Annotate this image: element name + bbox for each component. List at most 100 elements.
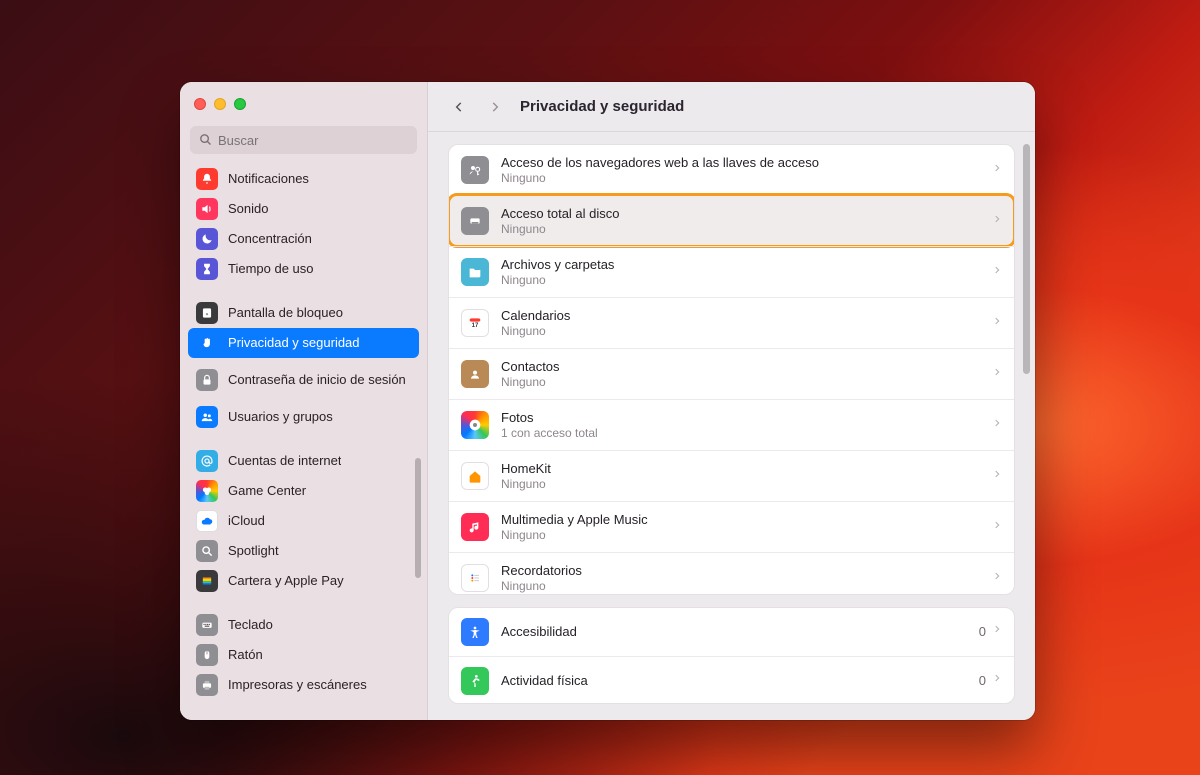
passkey-icon bbox=[461, 156, 489, 184]
row-title: HomeKit bbox=[501, 461, 980, 476]
hourglass-icon bbox=[196, 258, 218, 280]
settings-row-actividad-f-sica[interactable]: Actividad física 0 bbox=[449, 656, 1014, 704]
row-count: 0 bbox=[979, 673, 986, 688]
row-title: Acceso total al disco bbox=[501, 206, 980, 221]
chevron-right-icon bbox=[992, 622, 1002, 641]
sidebar-item-teclado[interactable]: Teclado bbox=[188, 610, 419, 640]
mouse-icon bbox=[196, 644, 218, 666]
row-title: Calendarios bbox=[501, 308, 980, 323]
sidebar-item-label: Impresoras y escáneres bbox=[228, 678, 367, 693]
disk-icon bbox=[461, 207, 489, 235]
sidebar-list[interactable]: Notificaciones Sonido Concentración Tiempo … bbox=[180, 162, 427, 720]
chevron-right-icon bbox=[992, 467, 1002, 486]
row-subtitle: Ninguno bbox=[501, 324, 980, 338]
page-title: Privacidad y seguridad bbox=[520, 98, 684, 115]
sidebar-item-pantalla-de-bloqueo[interactable]: Pantalla de bloqueo bbox=[188, 298, 419, 328]
sidebar: Notificaciones Sonido Concentración Tiempo … bbox=[180, 82, 428, 720]
search-icon bbox=[198, 132, 213, 147]
reminders-icon bbox=[461, 564, 489, 592]
hand-icon bbox=[196, 332, 218, 354]
chevron-right-icon bbox=[992, 314, 1002, 333]
search-input[interactable] bbox=[190, 126, 417, 154]
sidebar-item-concentraci-n[interactable]: Concentración bbox=[188, 224, 419, 254]
row-title: Multimedia y Apple Music bbox=[501, 512, 980, 527]
chevron-right-icon bbox=[992, 671, 1002, 690]
chevron-right-icon bbox=[992, 161, 1002, 180]
search-container bbox=[180, 126, 427, 162]
sidebar-item-label: Cartera y Apple Pay bbox=[228, 574, 344, 589]
sidebar-item-label: Ratón bbox=[228, 648, 263, 663]
settings-row-recordatorios[interactable]: RecordatoriosNinguno bbox=[449, 552, 1014, 595]
settings-row-homekit[interactable]: HomeKitNinguno bbox=[449, 450, 1014, 501]
row-subtitle: Ninguno bbox=[501, 171, 980, 185]
sidebar-item-label: Tiempo de uso bbox=[228, 262, 314, 277]
accessibility-icon bbox=[461, 618, 489, 646]
bell-icon bbox=[196, 168, 218, 190]
sidebar-item-label: Contraseña de inicio de sesión bbox=[228, 373, 406, 388]
main-panel: Privacidad y seguridad Acceso de los nav… bbox=[428, 82, 1035, 720]
sidebar-item-usuarios-y-grupos[interactable]: Usuarios y grupos bbox=[188, 402, 419, 432]
sidebar-item-label: Usuarios y grupos bbox=[228, 410, 333, 425]
window-controls bbox=[180, 82, 427, 126]
settings-row-accesibilidad[interactable]: Accesibilidad 0 bbox=[449, 608, 1014, 656]
svg-text:17: 17 bbox=[472, 323, 479, 329]
sidebar-item-notificaciones[interactable]: Notificaciones bbox=[188, 164, 419, 194]
chevron-right-icon bbox=[992, 212, 1002, 231]
gamecenter-icon bbox=[196, 480, 218, 502]
row-count: 0 bbox=[979, 624, 986, 639]
row-title: Accesibilidad bbox=[501, 624, 967, 639]
moon-icon bbox=[196, 228, 218, 250]
sidebar-item-privacidad-y-seguridad[interactable]: Privacidad y seguridad bbox=[188, 328, 419, 358]
folder-icon bbox=[461, 258, 489, 286]
sidebar-item-cuentas-de-internet[interactable]: Cuentas de internet bbox=[188, 446, 419, 476]
settings-row-archivos-y-carpetas[interactable]: Archivos y carpetasNinguno bbox=[449, 246, 1014, 297]
window-minimize[interactable] bbox=[214, 98, 226, 110]
photos-icon bbox=[461, 411, 489, 439]
sidebar-item-tiempo-de-uso[interactable]: Tiempo de uso bbox=[188, 254, 419, 284]
sidebar-item-label: Game Center bbox=[228, 484, 306, 499]
sidebar-item-label: Spotlight bbox=[228, 544, 279, 559]
sidebar-item-label: Teclado bbox=[228, 618, 273, 633]
sidebar-item-rat-n[interactable]: Ratón bbox=[188, 640, 419, 670]
row-subtitle: Ninguno bbox=[501, 222, 980, 236]
sidebar-scrollbar[interactable] bbox=[415, 458, 421, 578]
sidebar-item-sonido[interactable]: Sonido bbox=[188, 194, 419, 224]
nav-back-button[interactable] bbox=[448, 96, 470, 118]
sidebar-item-label: iCloud bbox=[228, 514, 265, 529]
sidebar-item-contrase-a-de-inicio-de-sesi-n[interactable]: Contraseña de inicio de sesión bbox=[188, 358, 419, 402]
speaker-icon bbox=[196, 198, 218, 220]
window-close[interactable] bbox=[194, 98, 206, 110]
settings-row-calendarios[interactable]: 17 CalendariosNinguno bbox=[449, 297, 1014, 348]
window-zoom[interactable] bbox=[234, 98, 246, 110]
sidebar-item-game-center[interactable]: Game Center bbox=[188, 476, 419, 506]
row-subtitle: Ninguno bbox=[501, 375, 980, 389]
main-header: Privacidad y seguridad bbox=[428, 82, 1035, 132]
printer-icon bbox=[196, 674, 218, 696]
row-subtitle: Ninguno bbox=[501, 528, 980, 542]
sidebar-item-icloud[interactable]: iCloud bbox=[188, 506, 419, 536]
settings-row-contactos[interactable]: ContactosNinguno bbox=[449, 348, 1014, 399]
sidebar-item-label: Cuentas de internet bbox=[228, 454, 341, 469]
calendar-icon: 17 bbox=[461, 309, 489, 337]
sidebar-item-label: Sonido bbox=[228, 202, 268, 217]
lock-screen-icon bbox=[196, 302, 218, 324]
settings-row-multimedia-y-apple-music[interactable]: Multimedia y Apple MusicNinguno bbox=[449, 501, 1014, 552]
chevron-right-icon bbox=[992, 365, 1002, 384]
sidebar-item-cartera-y-apple-pay[interactable]: Cartera y Apple Pay bbox=[188, 566, 419, 596]
row-title: Fotos bbox=[501, 410, 980, 425]
row-subtitle: Ninguno bbox=[501, 273, 980, 287]
settings-row-fotos[interactable]: Fotos1 con acceso total bbox=[449, 399, 1014, 450]
sidebar-item-label: Concentración bbox=[228, 232, 312, 247]
row-title: Recordatorios bbox=[501, 563, 980, 578]
sidebar-item-label: Pantalla de bloqueo bbox=[228, 306, 343, 321]
nav-forward-button[interactable] bbox=[484, 96, 506, 118]
mag-icon bbox=[196, 540, 218, 562]
sidebar-item-spotlight[interactable]: Spotlight bbox=[188, 536, 419, 566]
row-title: Actividad física bbox=[501, 673, 967, 688]
main-scrollbar[interactable] bbox=[1023, 144, 1030, 374]
sidebar-item-impresoras-y-esc-neres[interactable]: Impresoras y escáneres bbox=[188, 670, 419, 700]
contacts-icon bbox=[461, 360, 489, 388]
settings-row-acceso-de-los-navegadores-web-a-las-llaves-de-acceso[interactable]: Acceso de los navegadores web a las llav… bbox=[449, 145, 1014, 195]
settings-row-acceso-total-al-disco[interactable]: Acceso total al discoNinguno bbox=[449, 195, 1014, 246]
main-content[interactable]: Acceso de los navegadores web a las llav… bbox=[428, 132, 1035, 720]
